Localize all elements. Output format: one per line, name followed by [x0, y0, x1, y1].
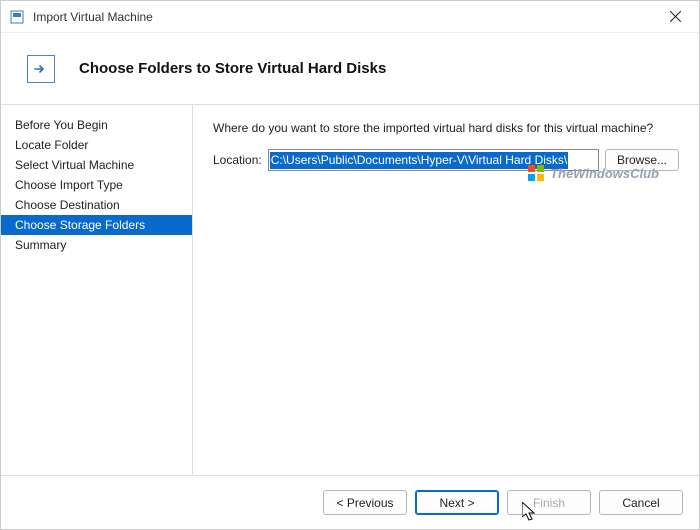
step-locate-folder[interactable]: Locate Folder	[1, 135, 192, 155]
finish-button: Finish	[507, 490, 591, 515]
step-choose-destination[interactable]: Choose Destination	[1, 195, 192, 215]
step-choose-import-type[interactable]: Choose Import Type	[1, 175, 192, 195]
window-title: Import Virtual Machine	[33, 10, 655, 24]
next-button[interactable]: Next >	[415, 490, 499, 515]
page-title: Choose Folders to Store Virtual Hard Dis…	[79, 60, 386, 77]
close-button[interactable]	[655, 3, 695, 31]
titlebar: Import Virtual Machine	[1, 1, 699, 33]
prompt-text: Where do you want to store the imported …	[213, 121, 679, 135]
wizard-sidebar: Before You Begin Locate Folder Select Vi…	[1, 105, 193, 475]
watermark-icon	[528, 165, 544, 181]
location-value: C:\Users\Public\Documents\Hyper-V\Virtua…	[270, 152, 569, 169]
app-icon	[9, 9, 25, 25]
step-before-you-begin[interactable]: Before You Begin	[1, 115, 192, 135]
step-choose-storage-folders[interactable]: Choose Storage Folders	[1, 215, 192, 235]
step-summary[interactable]: Summary	[1, 235, 192, 255]
cancel-button[interactable]: Cancel	[599, 490, 683, 515]
wizard-footer: < Previous Next > Finish Cancel	[1, 475, 699, 529]
watermark: TheWindowsClub	[528, 165, 659, 181]
previous-button[interactable]: < Previous	[323, 490, 407, 515]
location-label: Location:	[213, 153, 262, 167]
wizard-header: Choose Folders to Store Virtual Hard Dis…	[1, 33, 699, 105]
step-select-virtual-machine[interactable]: Select Virtual Machine	[1, 155, 192, 175]
import-icon	[27, 55, 55, 83]
wizard-main: Where do you want to store the imported …	[193, 105, 699, 475]
watermark-text: TheWindowsClub	[550, 166, 659, 181]
wizard-body: Before You Begin Locate Folder Select Vi…	[1, 105, 699, 475]
